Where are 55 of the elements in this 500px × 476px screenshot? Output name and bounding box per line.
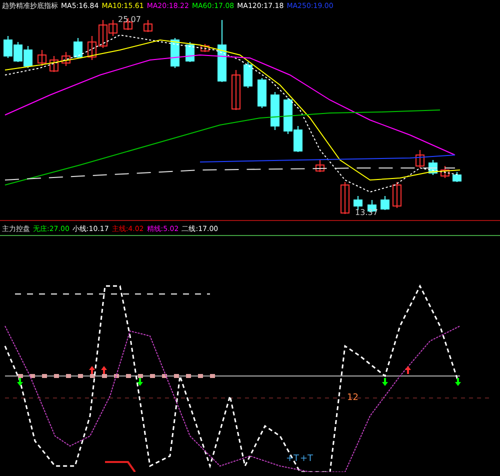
candlestick [186,42,194,62]
candlestick [200,44,210,52]
square-marker [126,374,131,378]
candlestick [340,182,350,214]
square-marker [138,374,143,378]
signal-mark: +T [300,454,314,464]
low-price-label: 13.37 [355,208,378,217]
high-price-label: 25.07 [118,15,141,24]
candlestick [24,46,32,68]
candlestick [294,126,302,152]
signal-mark: 12 [347,393,358,403]
square-marker [210,374,215,378]
square-marker [102,374,107,378]
square-marker [150,374,155,378]
square-marker [162,374,167,378]
square-marker [18,374,23,378]
candlestick [244,62,252,88]
down-arrow-icon [382,378,388,386]
candlestick [270,92,280,130]
candlestick [316,160,324,172]
square-marker [54,374,59,378]
candlestick [428,160,438,176]
down-arrow-icon [17,378,23,386]
candlestick [50,56,58,72]
candlestick [4,36,12,58]
candlestick [170,38,180,68]
square-marker [114,374,119,378]
square-marker [78,374,83,378]
candlestick [258,78,266,108]
candlestick [144,20,152,32]
candlestick [416,150,424,168]
signal-mark: +T [286,454,300,464]
candlestick [452,172,462,182]
candlestick [38,50,46,66]
candlestick [14,42,22,62]
square-marker [42,374,47,378]
candlestick [440,166,450,178]
square-marker [66,374,71,378]
candlestick [232,70,240,110]
candlestick [284,98,292,134]
square-marker [30,374,35,378]
candlestick [218,20,226,82]
down-arrow-icon [137,378,143,386]
square-marker [186,374,191,378]
candlestick [354,196,362,210]
down-arrow-icon [455,378,461,386]
candlestick [74,38,82,58]
candlestick [380,196,390,210]
square-marker [90,374,95,378]
candlestick [88,36,96,60]
up-arrow-icon [405,366,411,374]
candlestick [62,52,70,66]
square-marker [198,374,203,378]
candlestick [392,182,402,208]
square-marker [174,374,179,378]
